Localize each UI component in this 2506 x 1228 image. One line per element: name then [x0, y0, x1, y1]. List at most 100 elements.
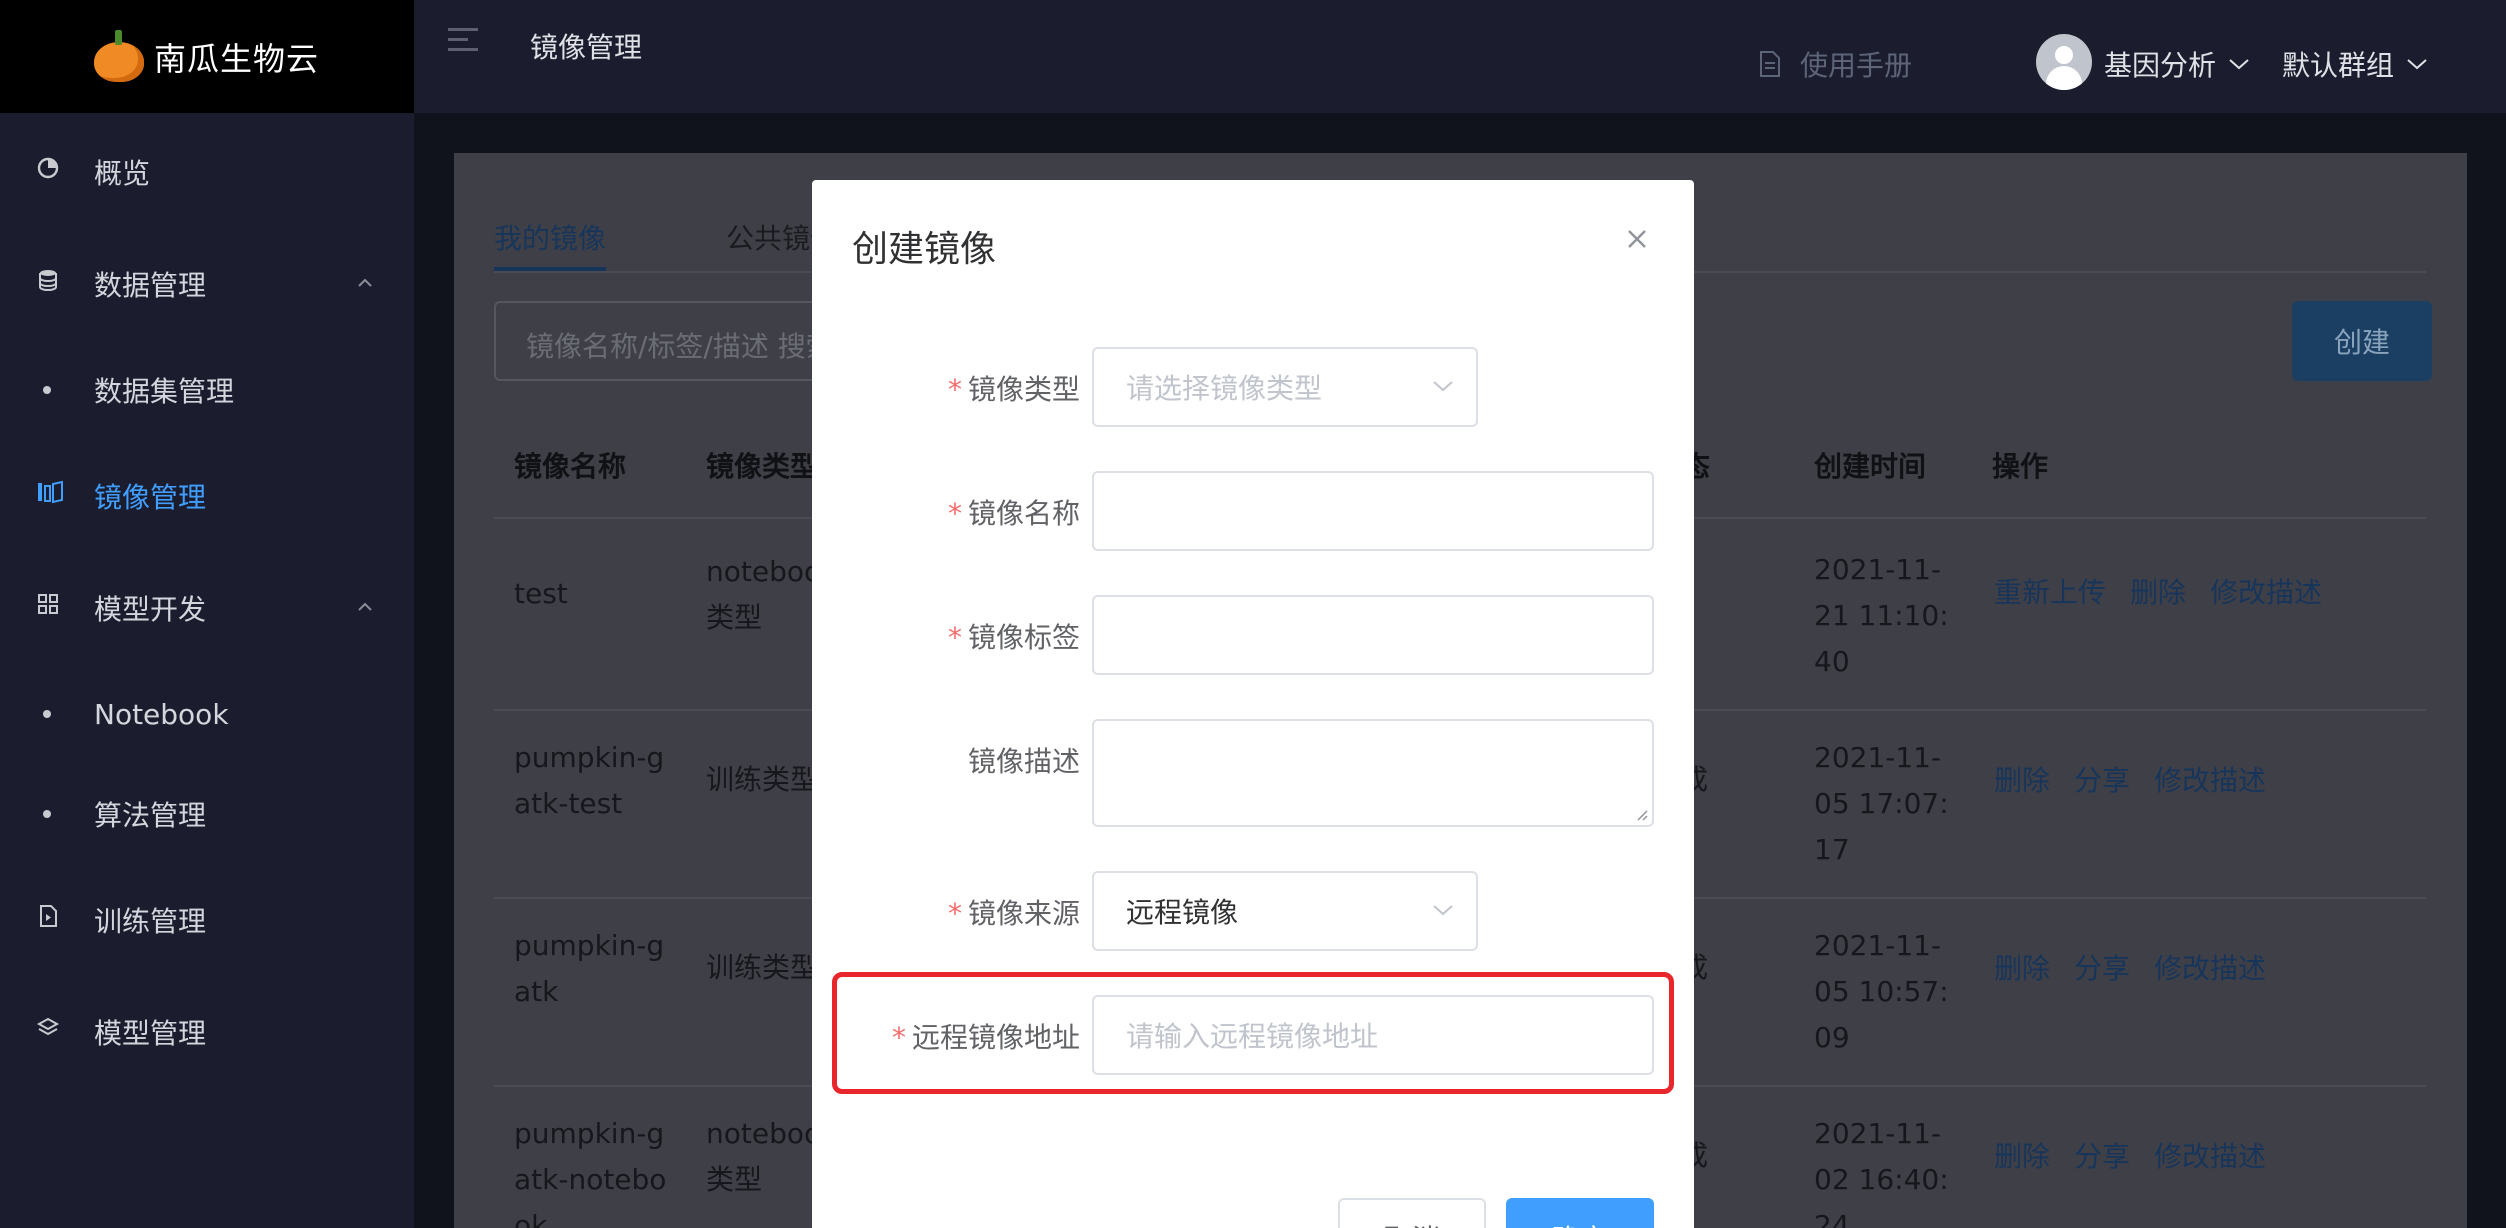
image-tag-input[interactable]	[1092, 595, 1654, 675]
user-name: 基因分析	[2104, 49, 2217, 82]
sidebar-item-label: 镜像管理	[94, 481, 207, 514]
select-placeholder: 请选择镜像类型	[1126, 372, 1323, 405]
delete-link[interactable]: 删除	[1994, 759, 2050, 799]
grid-icon	[38, 594, 58, 614]
layers-icon	[36, 1017, 60, 1036]
menu-toggle-icon[interactable]	[448, 28, 478, 54]
image-name-input[interactable]	[1092, 471, 1654, 551]
page-title: 镜像管理	[530, 31, 643, 64]
sidebar-item-label: 概览	[94, 157, 151, 190]
field-label-source: * 镜像来源	[947, 897, 1080, 930]
tab-my-images[interactable]: 我的镜像	[494, 217, 606, 257]
user-manual-link[interactable]: 使用手册	[1758, 44, 1912, 84]
input-placeholder: 请输入远程镜像地址	[1126, 1020, 1379, 1053]
sidebar-item-label: 训练管理	[94, 905, 207, 938]
bullet-icon	[43, 386, 51, 394]
table-cell-time: 2021-11- 02 16:40: 24	[1814, 1117, 1949, 1228]
dialog-title: 创建镜像	[852, 229, 997, 270]
sidebar-item-algorithms[interactable]: 算法管理	[0, 794, 414, 834]
sidebar-item-label: 数据管理	[94, 269, 207, 302]
sidebar-item-overview[interactable]: 概览	[0, 152, 414, 192]
chevron-down-icon	[1433, 905, 1453, 916]
sidebar-item-label: 模型管理	[94, 1017, 207, 1050]
sidebar-item-training[interactable]: 训练管理	[0, 900, 414, 940]
pumpkin-logo-icon	[92, 29, 146, 84]
edit-description-link[interactable]: 修改描述	[2210, 571, 2322, 611]
chevron-down-icon	[2229, 59, 2249, 70]
field-label-remote-address: * 远程镜像地址	[891, 1021, 1080, 1054]
database-icon	[39, 270, 57, 292]
image-icon	[38, 480, 63, 504]
column-header: 操作	[1992, 450, 2049, 483]
share-link[interactable]: 分享	[2074, 1135, 2130, 1175]
sidebar-item-image-management[interactable]: 镜像管理	[0, 476, 414, 516]
chevron-down-icon	[1433, 381, 1453, 392]
select-value: 远程镜像	[1126, 896, 1239, 929]
active-tab-indicator	[494, 267, 606, 271]
sidebar-item-datasets[interactable]: 数据集管理	[0, 370, 414, 410]
share-link[interactable]: 分享	[2074, 947, 2130, 987]
document-icon	[40, 905, 57, 927]
edit-description-link[interactable]: 修改描述	[2154, 759, 2266, 799]
sidebar-item-label: 数据集管理	[94, 375, 235, 408]
create-button[interactable]: 创建	[2292, 301, 2432, 381]
bullet-icon	[43, 710, 51, 718]
column-header: 创建时间	[1814, 450, 1927, 483]
delete-link[interactable]: 删除	[2130, 571, 2186, 611]
sidebar: 南瓜生物云 概览 数据管理 数据集管理 镜像管理 模型开发 Notebook 算…	[0, 0, 414, 1228]
table-cell-name: pumpkin-g atk	[514, 929, 665, 1008]
column-header: 镜像名称	[514, 450, 627, 483]
create-image-dialog: 创建镜像 * 镜像类型 请选择镜像类型 * 镜像名称 * 镜像标签 镜像描述 * 镜像来…	[812, 180, 1694, 1228]
chevron-up-icon	[358, 278, 372, 287]
pie-chart-icon	[37, 157, 59, 179]
sidebar-item-label: 算法管理	[94, 799, 207, 832]
table-cell-type: noteboo 类型	[706, 1117, 822, 1196]
field-label-description: 镜像描述	[967, 745, 1080, 778]
chevron-up-icon	[358, 602, 372, 611]
edit-description-link[interactable]: 修改描述	[2154, 947, 2266, 987]
field-label-tag: * 镜像标签	[947, 621, 1080, 654]
delete-link[interactable]: 删除	[1994, 1135, 2050, 1175]
close-icon[interactable]	[1622, 224, 1652, 254]
confirm-button[interactable]: 确定	[1506, 1198, 1654, 1228]
remote-address-input[interactable]: 请输入远程镜像地址	[1092, 995, 1654, 1075]
user-dropdown[interactable]: 基因分析	[2104, 44, 2250, 84]
chevron-down-icon	[2407, 59, 2427, 70]
sidebar-item-data-management[interactable]: 数据管理	[0, 264, 414, 304]
manual-label: 使用手册	[1800, 49, 1913, 82]
logo[interactable]: 南瓜生物云	[0, 0, 414, 113]
sidebar-item-model-dev[interactable]: 模型开发	[0, 588, 414, 628]
reupload-link[interactable]: 重新上传	[1994, 571, 2106, 611]
avatar[interactable]	[2036, 34, 2092, 90]
resize-handle-icon[interactable]	[1634, 807, 1648, 821]
cancel-button[interactable]: 取消	[1338, 1198, 1486, 1228]
top-header: 镜像管理 使用手册 基因分析 默认群组	[414, 0, 2506, 113]
table-cell-name: test	[514, 577, 568, 610]
group-dropdown[interactable]: 默认群组	[2282, 44, 2428, 84]
table-cell-type: 训练类型	[706, 763, 819, 796]
table-cell-type: 训练类型	[706, 951, 819, 984]
table-cell-time: 2021-11- 05 10:57: 09	[1814, 929, 1949, 1054]
field-label-name: * 镜像名称	[947, 497, 1080, 530]
table-cell-name: pumpkin-g atk-notebo ok	[514, 1117, 667, 1228]
share-link[interactable]: 分享	[2074, 759, 2130, 799]
group-name: 默认群组	[2282, 49, 2395, 82]
sidebar-item-label: Notebook	[94, 697, 229, 731]
image-type-select[interactable]: 请选择镜像类型	[1092, 347, 1478, 427]
app-name: 南瓜生物云	[154, 39, 320, 78]
table-cell-type: noteboo 类型	[706, 555, 822, 634]
edit-description-link[interactable]: 修改描述	[2154, 1135, 2266, 1175]
table-cell-time: 2021-11- 21 11:10: 40	[1814, 553, 1949, 678]
image-source-select[interactable]: 远程镜像	[1092, 871, 1478, 951]
document-icon	[1760, 51, 1780, 77]
bullet-icon	[43, 810, 51, 818]
delete-link[interactable]: 删除	[1994, 947, 2050, 987]
field-label-type: * 镜像类型	[947, 373, 1080, 406]
table-cell-name: pumpkin-g atk-test	[514, 741, 665, 820]
sidebar-item-models[interactable]: 模型管理	[0, 1012, 414, 1052]
sidebar-item-label: 模型开发	[94, 593, 207, 626]
table-cell-time: 2021-11- 05 17:07: 17	[1814, 741, 1949, 866]
column-header: 镜像类型	[706, 450, 819, 483]
sidebar-item-notebook[interactable]: Notebook	[0, 694, 414, 734]
image-description-textarea[interactable]	[1092, 719, 1654, 827]
